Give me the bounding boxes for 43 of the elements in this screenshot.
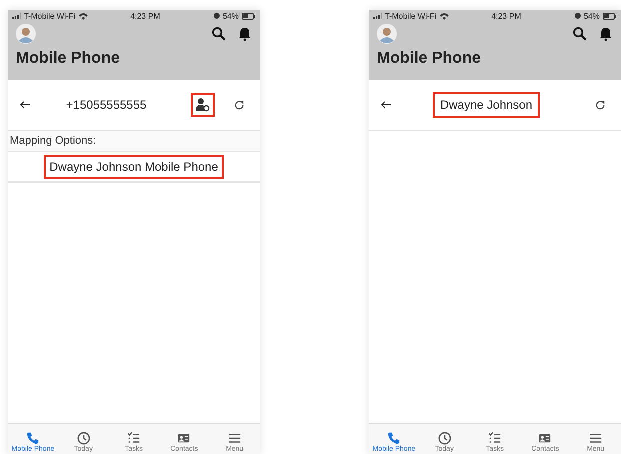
alarm-icon (214, 13, 220, 19)
bell-icon[interactable] (599, 27, 613, 41)
contact-card-icon (177, 432, 192, 445)
mapping-options-label: Mapping Options: (8, 131, 260, 151)
page-title: Mobile Phone (377, 50, 482, 68)
option-row[interactable]: Dwayne Johnson Mobile Phone (8, 151, 260, 183)
alarm-icon (574, 13, 581, 19)
carrier-label: T-Mobile Wi-Fi (385, 12, 437, 20)
clock-icon (76, 432, 91, 445)
contact-title: Dwayne Johnson (433, 92, 540, 118)
carrier-label: T-Mobile Wi-Fi (24, 12, 76, 20)
time-label: 4:23 PM (130, 12, 160, 20)
signal-icon (12, 13, 21, 19)
back-arrow-icon[interactable] (381, 101, 391, 109)
contact-card-icon (538, 432, 552, 445)
clock-icon (438, 432, 452, 445)
refresh-icon[interactable] (234, 100, 245, 110)
search-icon[interactable] (212, 27, 226, 41)
page-title: Mobile Phone (16, 50, 121, 68)
menu-icon (588, 432, 603, 445)
refresh-icon[interactable] (595, 100, 606, 110)
time-label: 4:23 PM (492, 12, 522, 20)
battery-icon (603, 12, 617, 20)
phone-icon (26, 432, 40, 445)
signal-icon (373, 13, 382, 19)
back-arrow-icon[interactable] (20, 101, 30, 109)
checklist-icon (127, 432, 142, 445)
person-gear-icon[interactable] (196, 98, 210, 112)
bell-icon[interactable] (238, 27, 252, 41)
wifi-icon (78, 12, 88, 20)
avatar-icon[interactable] (16, 24, 36, 44)
toolbar-action-button[interactable] (191, 93, 215, 117)
battery-label: 54% (584, 12, 600, 20)
phone-icon (387, 432, 402, 445)
menu-icon (228, 432, 242, 445)
search-icon[interactable] (573, 27, 587, 41)
avatar-icon[interactable] (377, 24, 397, 44)
battery-icon (242, 12, 256, 20)
option-label: Dwayne Johnson Mobile Phone (44, 154, 224, 178)
wifi-icon (440, 12, 449, 20)
checklist-icon (488, 432, 502, 445)
contact-title: +15055555555 (65, 97, 148, 114)
battery-label: 54% (222, 12, 239, 20)
